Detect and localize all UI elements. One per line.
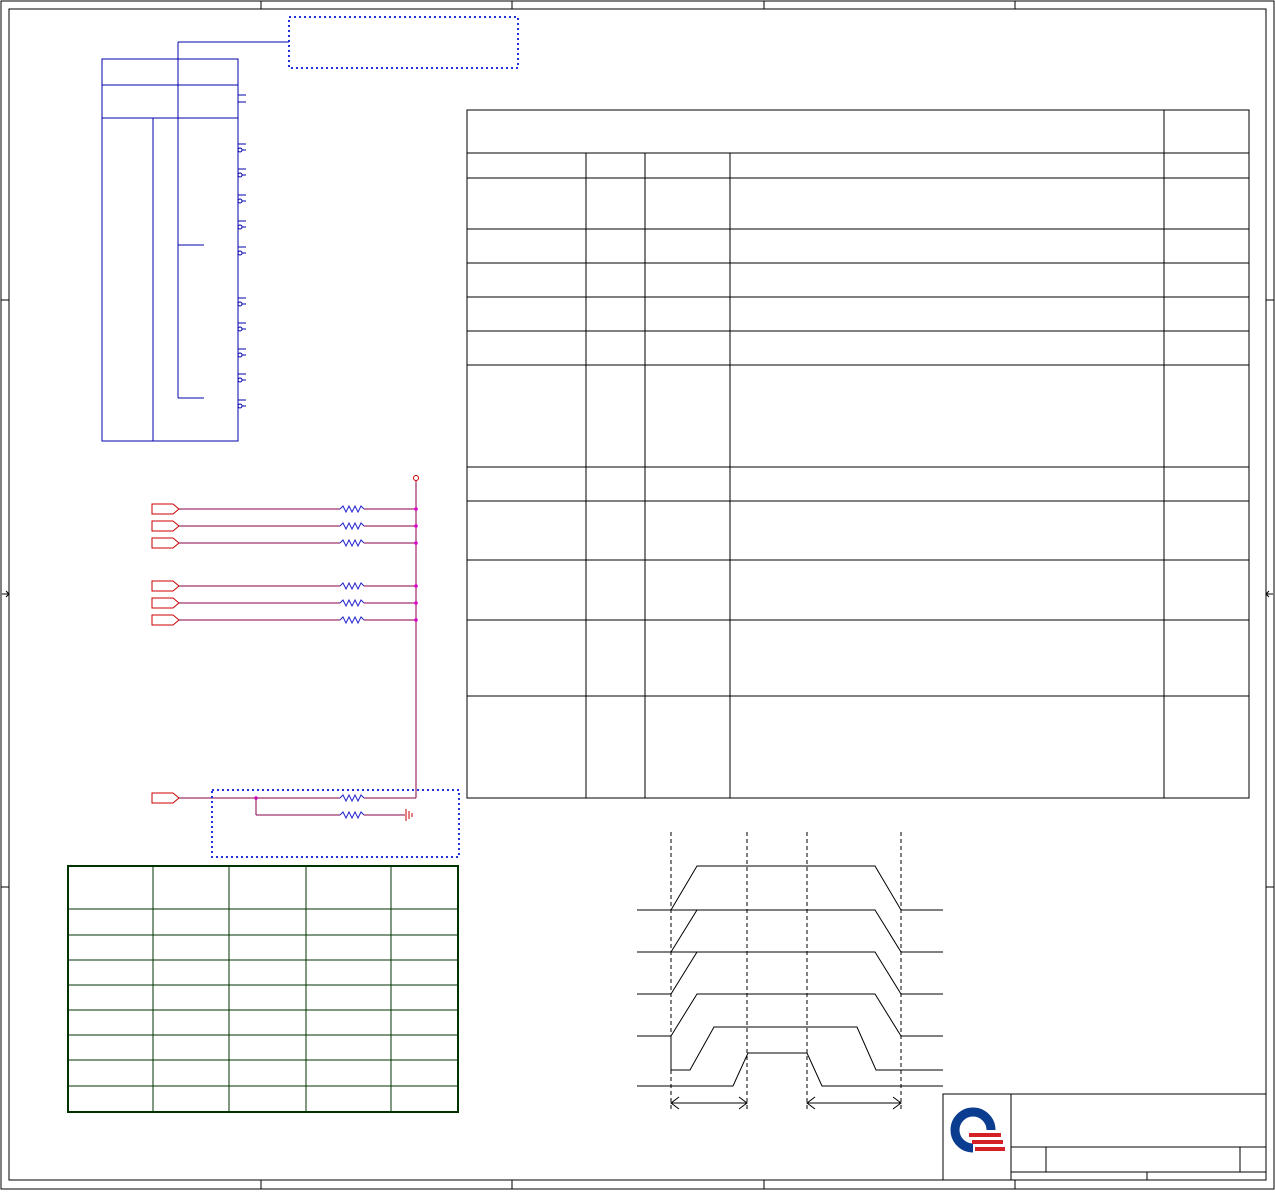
timing-markers [670, 832, 902, 1112]
strap-row [151, 792, 416, 821]
rail-junction-2 [414, 541, 418, 545]
pullup-resistor-5 [339, 615, 365, 625]
ic-pin-bubble-9 [237, 403, 243, 409]
ic-pin-bubble-5 [237, 301, 243, 307]
strap-port [151, 792, 180, 804]
inner-border [8, 8, 1267, 1181]
note-box-top [288, 16, 519, 69]
pullup-resistor-0 [339, 504, 365, 514]
ic-body [101, 58, 239, 442]
waveform-2 [637, 951, 943, 995]
signal-port-4 [151, 597, 180, 609]
pullup-resistor-1 [339, 521, 365, 531]
title-block [942, 1093, 1267, 1181]
waveform-4 [637, 1026, 943, 1071]
spec-table [466, 109, 1250, 799]
rail-junction-4 [414, 601, 418, 605]
note-box-strap [211, 789, 460, 858]
power-pin [413, 475, 419, 481]
ic-pin-bubble-2 [237, 198, 243, 204]
strap-resistor-bottom [339, 810, 365, 820]
signal-port-0 [151, 503, 180, 515]
ic-pin-bubble-7 [237, 352, 243, 358]
ic-pin-bubble-3 [237, 224, 243, 230]
rail-junction-3 [414, 584, 418, 588]
strap-resistor-top [339, 793, 365, 803]
signal-port-5 [151, 614, 180, 626]
signal-port-3 [151, 580, 180, 592]
outer-border [0, 0, 1275, 1190]
sheet-frame [0, 0, 1275, 1190]
ground-icon [405, 809, 413, 821]
ic-pin-bubble-4 [237, 250, 243, 256]
timing-waveforms [637, 865, 943, 1087]
ic-pin-bubble-1 [237, 172, 243, 178]
pullup-rows [151, 503, 418, 626]
quanta-logo-icon [950, 1107, 1005, 1154]
spec-table-border [466, 109, 1250, 799]
timing-diagram [637, 832, 943, 1112]
ic-symbol [101, 41, 289, 442]
waveform-3 [637, 993, 943, 1037]
pullup-resistor-3 [339, 581, 365, 591]
strap-table-border [67, 865, 459, 1113]
strap-table-grid [68, 866, 458, 1112]
rail-junction-5 [414, 618, 418, 622]
waveform-0 [670, 865, 902, 911]
waveform-1 [637, 909, 943, 953]
pullup-resistor-4 [339, 598, 365, 608]
interval-arrows [670, 1096, 902, 1110]
schematic-sheet [0, 0, 1275, 1190]
signal-port-1 [151, 520, 180, 532]
spec-table-rows [467, 177, 1249, 697]
ic-pin-bubble-6 [237, 326, 243, 332]
signal-port-2 [151, 537, 180, 549]
ic-pins [237, 143, 246, 409]
pullup-resistor-2 [339, 538, 365, 548]
rail-junction-0 [414, 507, 418, 511]
schematic-canvas [0, 0, 1275, 1190]
ic-pin-bubble-0 [237, 147, 243, 153]
ic-pin-bubble-8 [237, 377, 243, 383]
strap-table [67, 865, 459, 1113]
pullup-network [151, 475, 460, 858]
rail-junction-1 [414, 524, 418, 528]
